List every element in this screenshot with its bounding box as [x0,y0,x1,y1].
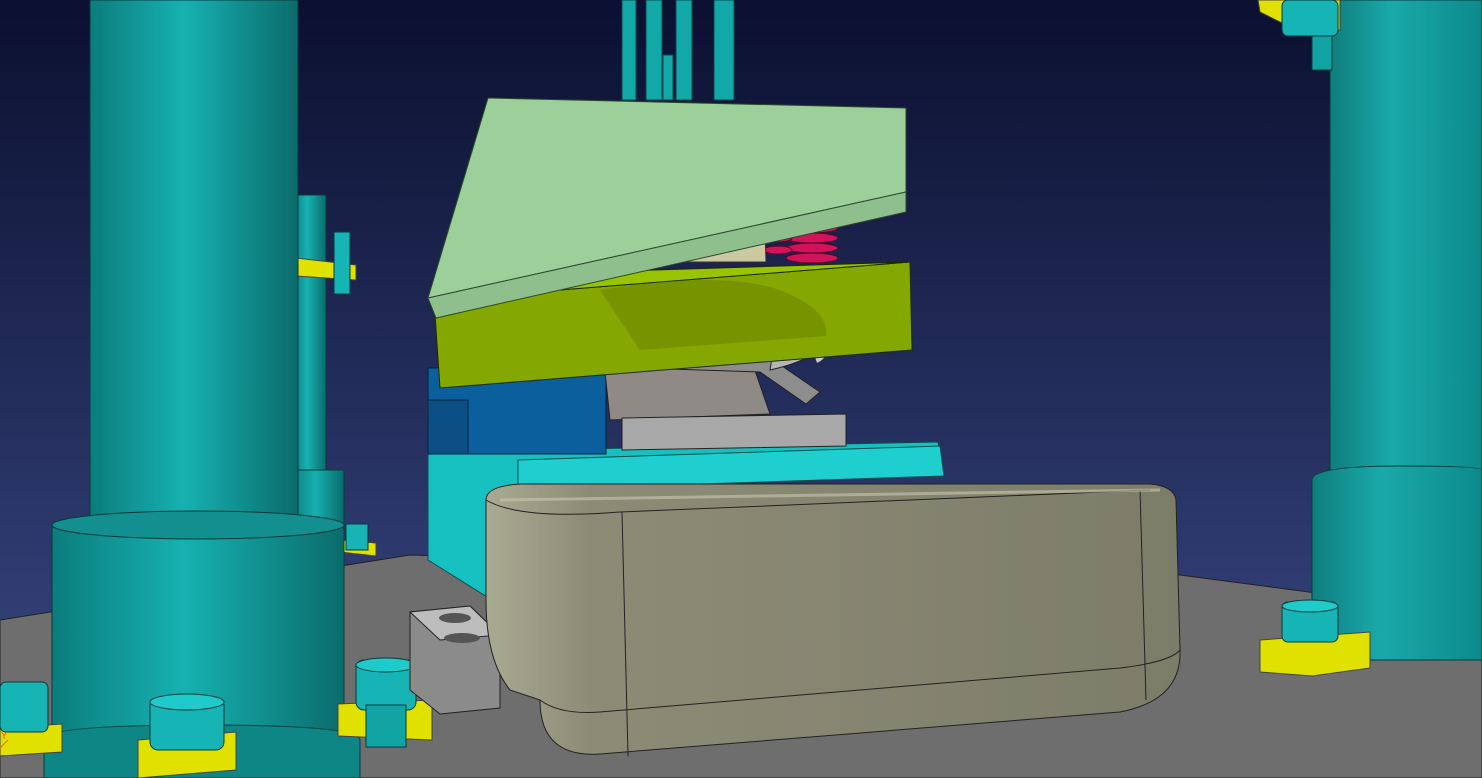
compass-axis-label: Y [1,731,8,742]
3d-viewport[interactable]: Y [0,0,1482,778]
3d-scene[interactable] [0,0,1482,778]
workpiece[interactable] [485,483,1181,757]
